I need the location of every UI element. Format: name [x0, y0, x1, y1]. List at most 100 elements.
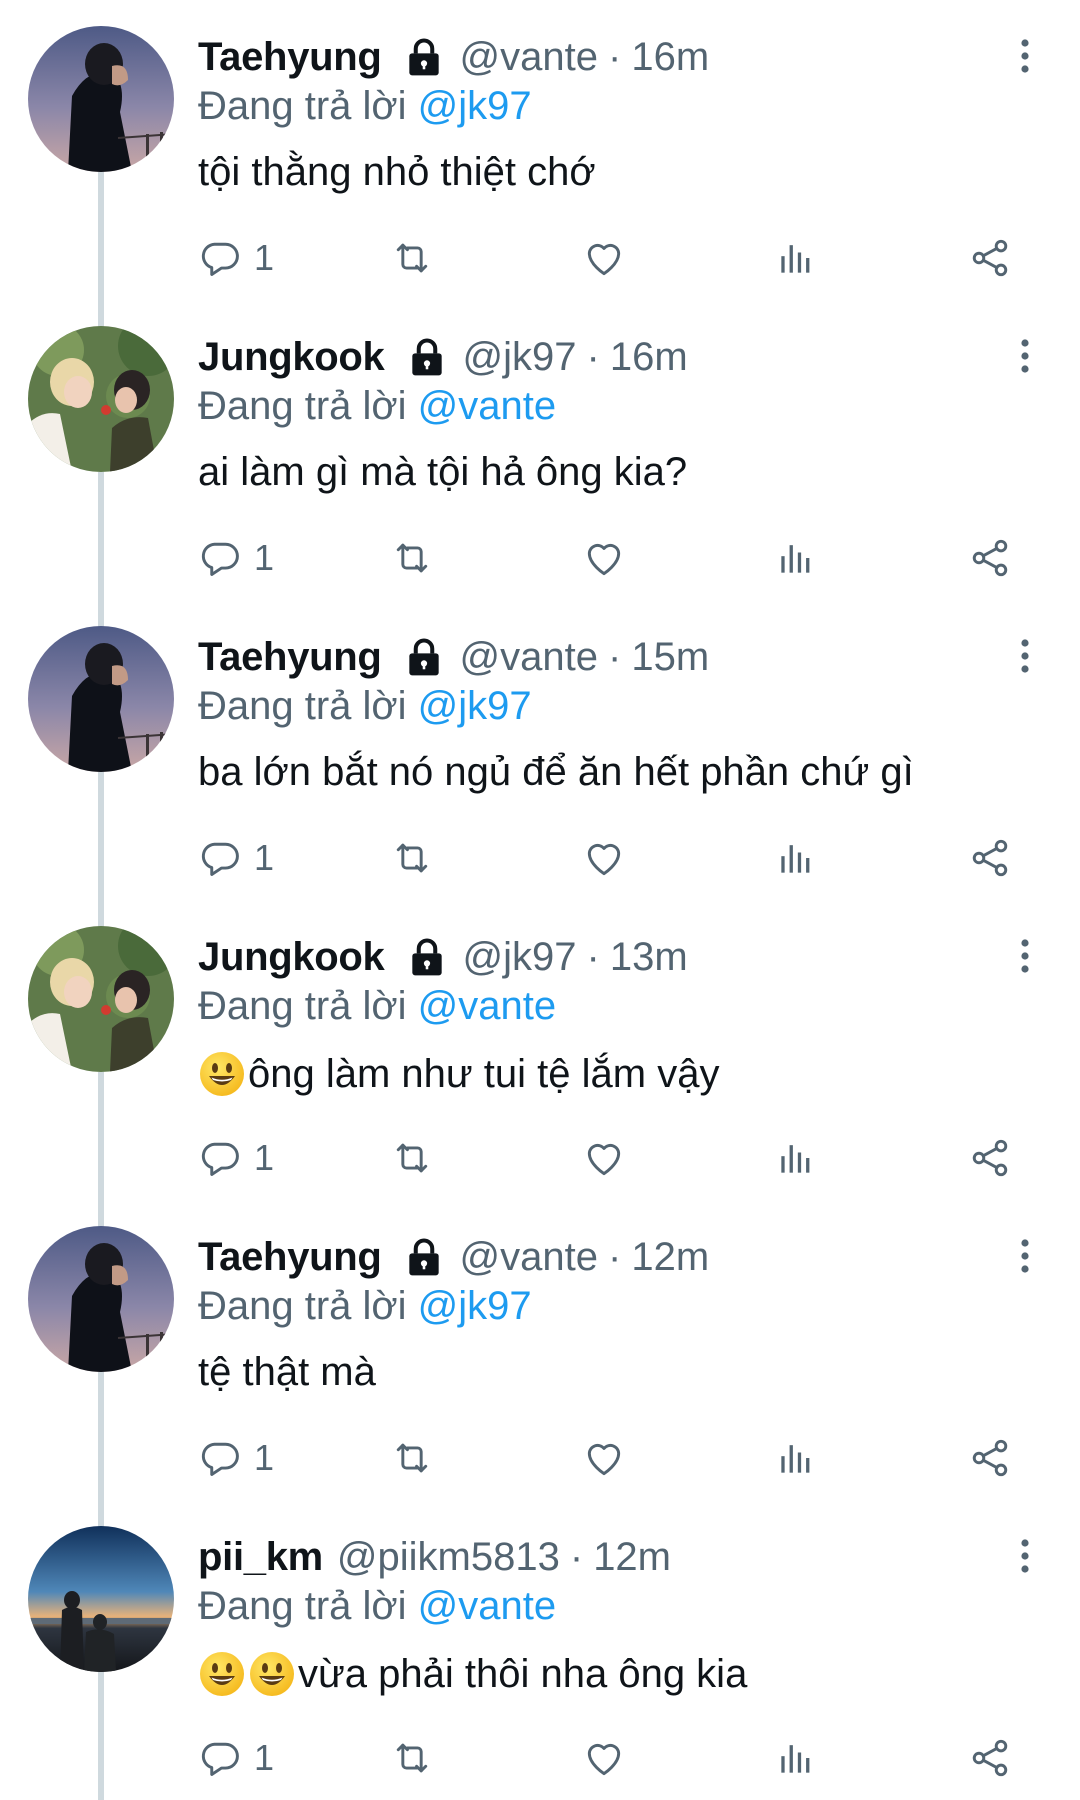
- reply-button[interactable]: 1: [198, 832, 274, 884]
- replying-to-label: Đang trả lời: [198, 84, 418, 128]
- reply-count: 1: [254, 1437, 275, 1478]
- reply-button[interactable]: 1: [198, 1132, 274, 1184]
- views-button[interactable]: [774, 1432, 818, 1484]
- reply-icon: [198, 1436, 242, 1480]
- heart-icon: [582, 1136, 626, 1180]
- share-button[interactable]: [968, 832, 1012, 884]
- replying-to-label: Đang trả lời: [198, 384, 418, 428]
- replying-to: Đang trả lời @vante: [198, 384, 556, 429]
- tweet-text: tệ thật mà: [198, 1350, 376, 1395]
- reply-button[interactable]: 1: [198, 1732, 274, 1784]
- user-handle[interactable]: @vante: [460, 35, 598, 80]
- more-vertical-icon[interactable]: [1010, 1536, 1040, 1576]
- share-button[interactable]: [968, 232, 1012, 284]
- reply-button[interactable]: 1: [198, 1432, 274, 1484]
- views-button[interactable]: [774, 1732, 818, 1784]
- more-vertical-icon[interactable]: [1010, 636, 1040, 676]
- views-icon: [774, 1736, 818, 1780]
- retweet-icon: [390, 236, 434, 280]
- timestamp[interactable]: 12m: [593, 1535, 671, 1580]
- user-handle[interactable]: @vante: [460, 1235, 598, 1280]
- retweet-icon: [390, 1436, 434, 1480]
- timestamp[interactable]: 13m: [610, 935, 688, 980]
- views-button[interactable]: [774, 232, 818, 284]
- tweet-1[interactable]: Taehyung @vante · 16m Đang trả lời @jk97…: [0, 0, 1080, 300]
- display-name[interactable]: pii_km: [198, 1535, 323, 1580]
- more-vertical-icon[interactable]: [1010, 336, 1040, 376]
- display-name[interactable]: Taehyung: [198, 635, 382, 680]
- display-name[interactable]: Taehyung: [198, 35, 382, 80]
- tweet-4[interactable]: Jungkook @jk97 · 13m Đang trả lời @vante…: [0, 900, 1080, 1200]
- like-button[interactable]: [582, 1732, 626, 1784]
- tweet-2[interactable]: Jungkook @jk97 · 16m Đang trả lời @vante…: [0, 300, 1080, 600]
- like-button[interactable]: [582, 232, 626, 284]
- user-handle[interactable]: @jk97: [463, 935, 577, 980]
- tweet-actions: 1: [198, 1132, 1028, 1184]
- views-button[interactable]: [774, 1132, 818, 1184]
- tweet-text: ông làm như tui tệ lắm vậy: [198, 1050, 719, 1098]
- more-vertical-icon[interactable]: [1010, 936, 1040, 976]
- timestamp[interactable]: 16m: [631, 35, 709, 80]
- share-icon: [968, 1736, 1012, 1780]
- display-name[interactable]: Taehyung: [198, 1235, 382, 1280]
- replying-to: Đang trả lời @vante: [198, 1584, 556, 1629]
- like-button[interactable]: [582, 832, 626, 884]
- taehyung-avatar[interactable]: [28, 626, 174, 772]
- replying-to-label: Đang trả lời: [198, 684, 418, 728]
- share-button[interactable]: [968, 1132, 1012, 1184]
- jungkook-avatar[interactable]: [28, 926, 174, 1072]
- retweet-button[interactable]: [390, 1132, 434, 1184]
- timestamp[interactable]: 12m: [631, 1235, 709, 1280]
- like-button[interactable]: [582, 532, 626, 584]
- timestamp[interactable]: 16m: [610, 335, 688, 380]
- mention-link[interactable]: @vante: [418, 984, 556, 1028]
- mention-link[interactable]: @jk97: [418, 84, 532, 128]
- display-name[interactable]: Jungkook: [198, 935, 385, 980]
- user-handle[interactable]: @jk97: [463, 335, 577, 380]
- user-handle[interactable]: @piikm5813: [337, 1535, 560, 1580]
- reply-thread: Taehyung @vante · 16m Đang trả lời @jk97…: [0, 0, 1080, 1800]
- mention-link[interactable]: @jk97: [418, 684, 532, 728]
- views-icon: [774, 236, 818, 280]
- reply-button[interactable]: 1: [198, 232, 274, 284]
- more-vertical-icon[interactable]: [1010, 36, 1040, 76]
- display-name[interactable]: Jungkook: [198, 335, 385, 380]
- replying-to: Đang trả lời @vante: [198, 984, 556, 1029]
- reply-icon: [198, 1136, 242, 1180]
- retweet-button[interactable]: [390, 1432, 434, 1484]
- emoji-group: [198, 1650, 298, 1698]
- like-button[interactable]: [582, 1132, 626, 1184]
- share-button[interactable]: [968, 1432, 1012, 1484]
- retweet-button[interactable]: [390, 232, 434, 284]
- tweet-6[interactable]: pii_km @piikm5813 · 12m Đang trả lời @va…: [0, 1500, 1080, 1800]
- tweet-header: Taehyung @vante · 16m: [198, 30, 709, 84]
- grinning-face-emoji: [198, 1650, 246, 1698]
- tweet-header: Taehyung @vante · 15m: [198, 630, 709, 684]
- piikm-avatar[interactable]: [28, 1526, 174, 1672]
- retweet-button[interactable]: [390, 1732, 434, 1784]
- tweet-text: tội thằng nhỏ thiệt chớ: [198, 150, 596, 195]
- tweet-text: vừa phải thôi nha ông kia: [198, 1650, 747, 1698]
- more-vertical-icon[interactable]: [1010, 1236, 1040, 1276]
- user-handle[interactable]: @vante: [460, 635, 598, 680]
- share-button[interactable]: [968, 1732, 1012, 1784]
- retweet-button[interactable]: [390, 532, 434, 584]
- separator-dot: ·: [569, 1534, 584, 1579]
- like-button[interactable]: [582, 1432, 626, 1484]
- views-button[interactable]: [774, 832, 818, 884]
- jungkook-avatar[interactable]: [28, 326, 174, 472]
- share-button[interactable]: [968, 532, 1012, 584]
- views-button[interactable]: [774, 532, 818, 584]
- taehyung-avatar[interactable]: [28, 1226, 174, 1372]
- mention-link[interactable]: @vante: [418, 1584, 556, 1628]
- tweet-5[interactable]: Taehyung @vante · 12m Đang trả lời @jk97…: [0, 1200, 1080, 1500]
- retweet-button[interactable]: [390, 832, 434, 884]
- mention-link[interactable]: @vante: [418, 384, 556, 428]
- reply-button[interactable]: 1: [198, 532, 274, 584]
- tweet-header: Taehyung @vante · 12m: [198, 1230, 709, 1284]
- mention-link[interactable]: @jk97: [418, 1284, 532, 1328]
- tweet-3[interactable]: Taehyung @vante · 15m Đang trả lời @jk97…: [0, 600, 1080, 900]
- replying-to: Đang trả lời @jk97: [198, 684, 532, 729]
- taehyung-avatar[interactable]: [28, 26, 174, 172]
- timestamp[interactable]: 15m: [631, 635, 709, 680]
